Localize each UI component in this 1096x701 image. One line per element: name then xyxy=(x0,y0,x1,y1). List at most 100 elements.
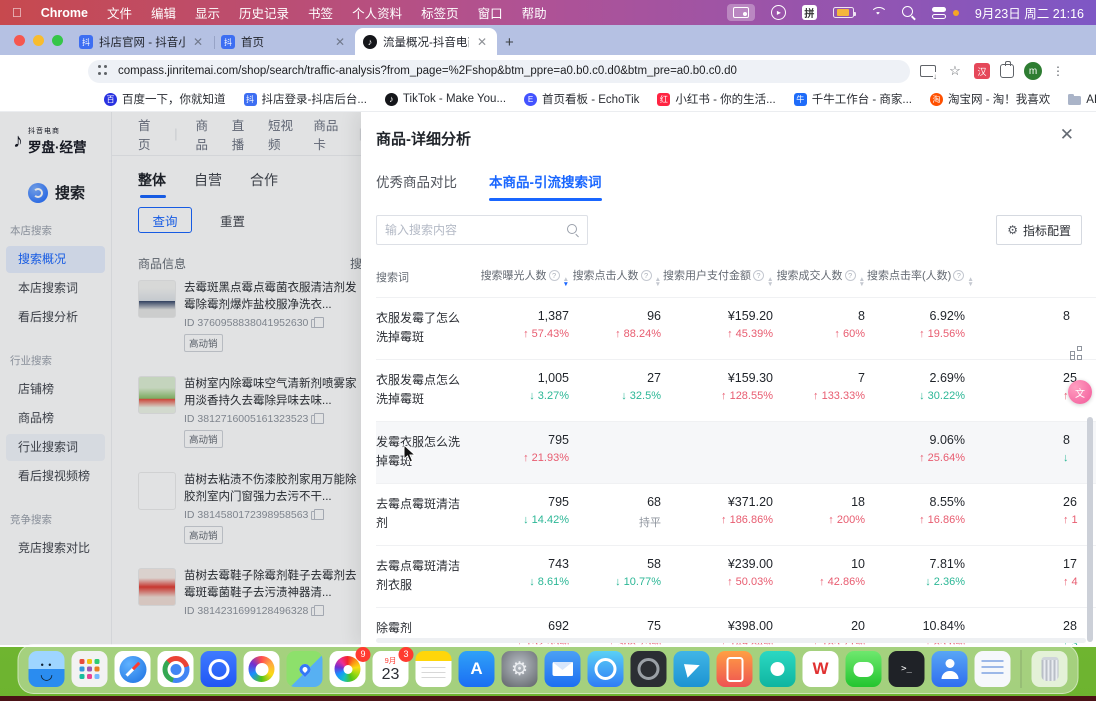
menu-item-9[interactable]: 帮助 xyxy=(522,3,547,22)
finder-dock-icon[interactable] xyxy=(29,651,65,687)
profile-avatar[interactable]: m xyxy=(1024,62,1042,80)
wps-dock-icon[interactable] xyxy=(803,651,839,687)
tab-close-icon[interactable]: ✕ xyxy=(191,35,205,49)
help-icon[interactable]: ? xyxy=(641,270,652,281)
floating-widget-icon[interactable] xyxy=(1070,346,1086,362)
bookmark-star-icon[interactable]: ☆ xyxy=(946,63,964,79)
modal-tab[interactable]: 优秀商品对比 xyxy=(376,171,457,201)
sort-icons[interactable]: ▲▼ xyxy=(859,277,865,287)
horizontal-scrollbar[interactable] xyxy=(376,638,1086,643)
sort-icons[interactable]: ▲▼ xyxy=(563,277,569,287)
bookmark-qianniu[interactable]: 牛千牛工作台 - 商家... xyxy=(794,91,912,107)
browser-tab-3[interactable]: ♪流量概况-抖音电商罗盘✕ xyxy=(355,28,497,55)
menu-item-chrome[interactable]: Chrome xyxy=(41,6,88,20)
modal-close-icon[interactable]: ✕ xyxy=(1060,126,1074,143)
teal-app-dock-icon[interactable] xyxy=(760,651,796,687)
minimize-window-button[interactable] xyxy=(33,35,44,46)
new-tab-button[interactable]: + xyxy=(497,34,522,55)
vertical-scrollbar[interactable] xyxy=(1087,417,1093,642)
search-icon[interactable] xyxy=(567,224,579,236)
table-row[interactable]: 衣服发霉点怎么洗掉霉斑1,005↓ 3.27%27↓ 32.5%¥159.30↑… xyxy=(376,360,1096,422)
tab-close-icon[interactable]: ✕ xyxy=(333,35,347,49)
menu-item-6[interactable]: 个人资料 xyxy=(352,3,402,22)
sort-desc-icon[interactable]: ▼ xyxy=(859,282,865,287)
iphone-mirroring-dock-icon[interactable] xyxy=(717,651,753,687)
browser-blue-dock-icon[interactable] xyxy=(588,651,624,687)
zoom-window-button[interactable] xyxy=(52,35,63,46)
360-browser-dock-icon[interactable] xyxy=(244,651,280,687)
app-store-dock-icon[interactable] xyxy=(459,651,495,687)
sort-desc-icon[interactable]: ▼ xyxy=(767,282,773,287)
playback-icon[interactable]: ▸ xyxy=(771,5,786,20)
browser-tab-1[interactable]: 抖抖店官网 - 抖音小店，抖音电...✕ xyxy=(71,29,213,55)
sort-desc-icon[interactable]: ▼ xyxy=(563,282,569,287)
table-row[interactable]: 去霉点霉斑清洁剂795↓ 14.42%68持平¥371.20↑ 186.86%1… xyxy=(376,484,1096,546)
column-header[interactable]: 搜索点击-成交率(人数)?▲▼ xyxy=(967,257,1096,298)
bookmark-taobao[interactable]: 淘淘宝网 - 淘！我喜欢 xyxy=(930,91,1050,107)
chrome-dock-icon[interactable] xyxy=(158,651,194,687)
photos-dock-icon[interactable]: 9 xyxy=(330,651,366,687)
browser-tab-2[interactable]: 抖首页✕ xyxy=(213,29,355,55)
modal-tab[interactable]: 本商品-引流搜索词 xyxy=(489,171,602,201)
help-icon[interactable]: ? xyxy=(549,270,560,281)
camera-gray-dock-icon[interactable] xyxy=(631,651,667,687)
help-icon[interactable]: ? xyxy=(953,270,964,281)
chrome-menu-icon[interactable]: ⋮ xyxy=(1052,64,1064,78)
control-center-icon[interactable] xyxy=(932,5,947,20)
notes-dock-icon[interactable] xyxy=(416,651,452,687)
modal-search-input[interactable] xyxy=(385,223,567,237)
menu-item-4[interactable]: 历史记录 xyxy=(239,3,289,22)
quark-browser-dock-icon[interactable] xyxy=(201,651,237,687)
wifi-icon[interactable] xyxy=(870,7,886,19)
help-icon[interactable]: ? xyxy=(753,270,764,281)
site-settings-icon[interactable] xyxy=(98,65,110,77)
docs-dock-icon[interactable] xyxy=(975,651,1011,687)
sort-desc-icon[interactable]: ▼ xyxy=(967,282,973,287)
bookmark-xiaohongshu[interactable]: 红小红书 - 你的生活... xyxy=(657,91,775,107)
telegram-dock-icon[interactable] xyxy=(674,651,710,687)
menu-item-1[interactable]: 文件 xyxy=(107,3,132,22)
menu-item-7[interactable]: 标签页 xyxy=(421,3,459,22)
translate-extension-icon[interactable]: 汉 xyxy=(974,63,990,79)
sort-icons[interactable]: ▲▼ xyxy=(967,277,973,287)
sort-desc-icon[interactable]: ▼ xyxy=(655,282,661,287)
metric-config-button[interactable]: ⚙ 指标配置 xyxy=(996,215,1082,245)
sort-icons[interactable]: ▲▼ xyxy=(767,277,773,287)
calendar-dock-icon[interactable]: 9月233 xyxy=(373,651,409,687)
bookmark-echotik[interactable]: E首页看板 - EchoTik xyxy=(524,91,639,107)
close-window-button[interactable] xyxy=(14,35,25,46)
column-header[interactable]: 搜索点击人数?▲▼ xyxy=(571,257,663,298)
extensions-icon[interactable] xyxy=(1000,64,1014,78)
bookmark-doudian[interactable]: 抖抖店登录-抖店后台... xyxy=(244,91,367,107)
menu-bar-clock[interactable]: 9月23日 周二 21:16 xyxy=(975,3,1084,22)
help-icon[interactable]: ? xyxy=(845,270,856,281)
sort-icons[interactable]: ▲▼ xyxy=(655,277,661,287)
menu-item-3[interactable]: 显示 xyxy=(195,3,220,22)
column-header[interactable]: 搜索曝光人数?▲▼ xyxy=(471,257,571,298)
screen-sharing-icon[interactable] xyxy=(727,4,755,21)
messages-dock-icon[interactable] xyxy=(846,651,882,687)
menu-item-2[interactable]: 编辑 xyxy=(151,3,176,22)
apple-menu-icon[interactable]: ︎ xyxy=(12,6,22,19)
input-method-icon[interactable]: 拼 xyxy=(802,5,817,20)
table-row[interactable]: 发霉衣服怎么洗掉霉斑795↑ 21.93%9.06%↑ 25.64%8↓ xyxy=(376,422,1096,484)
address-bar[interactable]: compass.jinritemai.com/shop/search/traff… xyxy=(88,60,910,83)
safari-dock-icon[interactable] xyxy=(115,651,151,687)
install-pwa-icon[interactable] xyxy=(920,65,936,77)
table-row[interactable]: 衣服发霉了怎么洗掉霉斑1,387↑ 57.43%96↑ 88.24%¥159.2… xyxy=(376,298,1096,360)
maps-dock-icon[interactable] xyxy=(287,651,323,687)
tab-close-icon[interactable]: ✕ xyxy=(475,35,489,49)
column-header[interactable]: 搜索词 xyxy=(376,257,471,298)
trash-dock-icon[interactable] xyxy=(1032,651,1068,687)
battery-icon[interactable] xyxy=(833,7,854,18)
translate-float-button[interactable]: 文 xyxy=(1068,380,1092,404)
table-row[interactable]: 去霉点霉斑清洁剂衣服743↓ 8.61%58↓ 10.77%¥239.00↑ 5… xyxy=(376,546,1096,608)
column-header[interactable]: 搜索用户支付金额?▲▼ xyxy=(663,257,775,298)
system-settings-dock-icon[interactable] xyxy=(502,651,538,687)
bookmark-folder[interactable]: AI大神 xyxy=(1068,91,1096,107)
spotlight-search-icon[interactable] xyxy=(902,6,916,20)
column-header[interactable]: 搜索点击率(人数)?▲▼ xyxy=(867,257,967,298)
url-text[interactable]: compass.jinritemai.com/shop/search/traff… xyxy=(118,65,737,77)
contacts-dock-icon[interactable] xyxy=(932,651,968,687)
bookmark-tiktok[interactable]: ♪TikTok - Make You... xyxy=(385,93,506,106)
